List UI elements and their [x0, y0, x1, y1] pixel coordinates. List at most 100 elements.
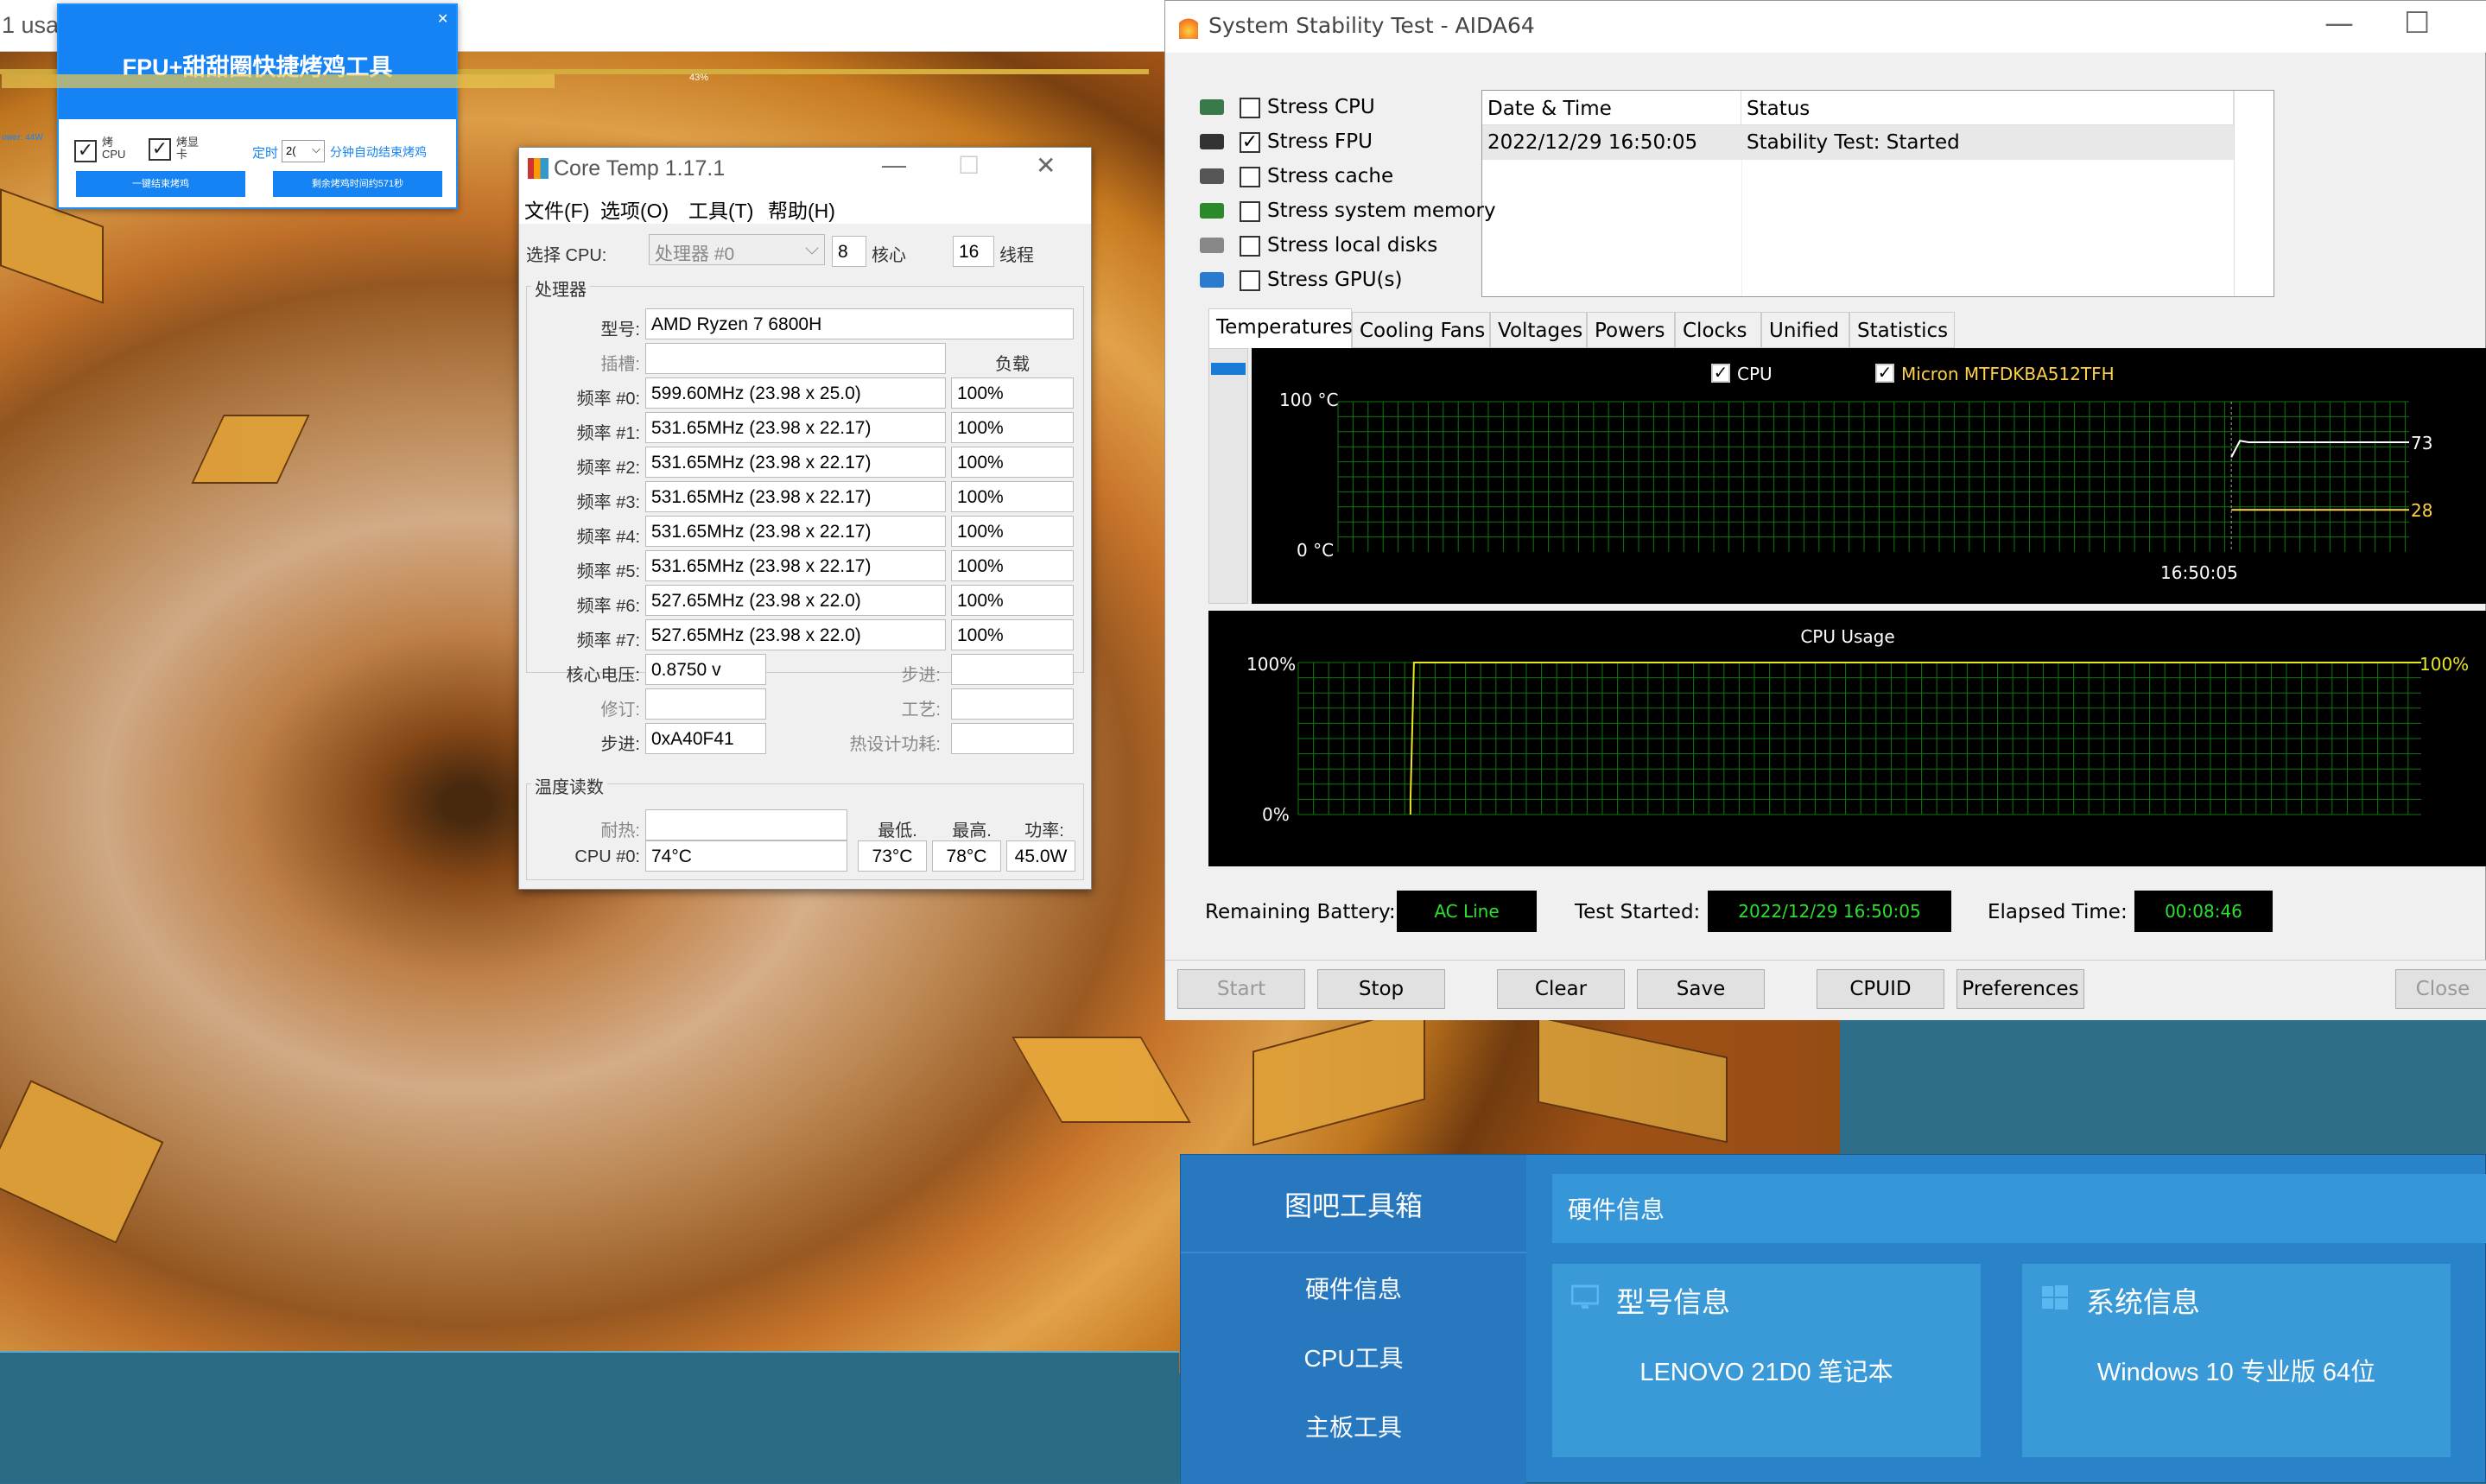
cpu-usage-title: CPU Usage	[1800, 626, 1895, 647]
stress-option-checkbox[interactable]	[1240, 201, 1260, 222]
stress-option[interactable]: ✓ Stress FPU	[1240, 130, 1499, 158]
aida64-titlebar[interactable]: System Stability Test - AIDA64 — ☐	[1165, 1, 2486, 53]
gpu-burn-checkbox[interactable]: ✓	[149, 138, 171, 161]
tjmax-value	[645, 809, 847, 840]
stress-option[interactable]: Stress cache	[1240, 165, 1499, 193]
start-button[interactable]: Start	[1177, 969, 1305, 1009]
nav-motherboard-tools[interactable]: 主板工具	[1181, 1409, 1526, 1443]
coretemp-titlebar[interactable]: Core Temp 1.17.1 — ☐ ✕	[519, 148, 1091, 189]
maximize-icon[interactable]: ☐	[958, 151, 980, 180]
monitor-icon	[1571, 1284, 1599, 1309]
stress-option-checkbox[interactable]: ✓	[1240, 132, 1260, 153]
tab-clocks[interactable]: Clocks	[1675, 312, 1761, 348]
aida64-title: System Stability Test - AIDA64	[1208, 13, 1535, 38]
frequency-value: 531.65MHz (23.98 x 22.17)	[645, 550, 946, 581]
stop-burn-button[interactable]: 一键结束烤鸡	[76, 171, 245, 197]
stress-option-label: Stress local disks	[1267, 234, 1438, 257]
cpu-temp-value: 73	[2411, 433, 2433, 453]
processor-section-title: 处理器	[531, 276, 590, 301]
minimize-icon[interactable]: —	[2324, 6, 2354, 41]
test-started-value: 2022/12/29 16:50:05	[1708, 891, 1951, 932]
clear-button[interactable]: Clear	[1497, 969, 1625, 1009]
toolbox-brand: 图吧工具箱	[1284, 1190, 1423, 1221]
maximize-icon[interactable]: ☐	[2404, 6, 2430, 41]
tab-temperatures[interactable]: Temperatures	[1208, 308, 1353, 348]
disk-legend-checkbox[interactable]: ✓	[1875, 364, 1894, 383]
elapsed-label: Elapsed Time:	[1988, 901, 2128, 923]
log-row-status[interactable]: Stability Test: Started	[1741, 125, 2234, 160]
model-info-title: 型号信息	[1616, 1286, 1730, 1318]
menu-options[interactable]: 选项(O)	[600, 194, 669, 224]
countdown-button[interactable]: 剩余烤鸡时间约571秒	[273, 171, 442, 197]
stress-option-checkbox[interactable]	[1240, 167, 1260, 187]
model-info-card[interactable]: 型号信息 LENOVO 21D0 笔记本	[1552, 1264, 1981, 1457]
cpu0-label: CPU #0:	[574, 847, 640, 866]
tdp-label: 热设计功耗:	[849, 735, 941, 754]
log-header-date[interactable]: Date & Time	[1482, 91, 1741, 125]
menu-help[interactable]: 帮助(H)	[768, 194, 835, 224]
stress-option[interactable]: Stress GPU(s)	[1240, 269, 1499, 296]
model-info-value: LENOVO 21D0 笔记本	[1639, 1359, 1893, 1386]
tab-powers[interactable]: Powers	[1587, 312, 1675, 348]
load-value: 100%	[951, 447, 1074, 478]
minimize-icon[interactable]: —	[882, 151, 906, 179]
system-info-title: 系统信息	[2086, 1286, 2200, 1318]
select-cpu-label: 选择 CPU:	[526, 246, 607, 265]
coretemp-title: Core Temp 1.17.1	[554, 156, 726, 181]
stress-option-checkbox[interactable]	[1240, 236, 1260, 257]
log-row-date[interactable]: 2022/12/29 16:50:05	[1482, 125, 1741, 160]
menu-file[interactable]: 文件(F)	[524, 194, 589, 224]
preferences-button[interactable]: Preferences	[1956, 969, 2084, 1009]
close-icon[interactable]: ✕	[437, 10, 448, 28]
nav-cpu-tools[interactable]: CPU工具	[1181, 1340, 1526, 1374]
frequency-value: 531.65MHz (23.98 x 22.17)	[645, 412, 946, 443]
stress-option[interactable]: Stress local disks	[1240, 234, 1499, 262]
cpu-burn-checkbox[interactable]: ✓	[74, 140, 97, 162]
frequency-label: 频率 #3:	[576, 493, 640, 512]
elapsed-value: 00:08:46	[2134, 891, 2273, 932]
tab-statistics[interactable]: Statistics	[1849, 312, 1955, 348]
power-text: ower: 44W	[2, 133, 43, 143]
toolbox-header: 硬件信息	[1552, 1174, 2486, 1243]
frequency-label: 频率 #4:	[576, 528, 640, 547]
revision-value	[645, 688, 766, 720]
process-label: 工艺:	[901, 701, 941, 720]
socket-label: 插槽:	[600, 355, 640, 374]
stop-button[interactable]: Stop	[1317, 969, 1445, 1009]
log-header-status[interactable]: Status	[1741, 91, 2234, 125]
save-button[interactable]: Save	[1637, 969, 1765, 1009]
cores-count: 8	[832, 236, 866, 267]
cpu-legend-checkbox[interactable]: ✓	[1711, 364, 1730, 383]
cache-icon	[1200, 168, 1224, 184]
tab-voltages[interactable]: Voltages	[1490, 312, 1587, 348]
graph-list-selection[interactable]	[1211, 363, 1246, 375]
stepping-label: 步进:	[600, 735, 640, 754]
system-info-card[interactable]: 系统信息 Windows 10 专业版 64位	[2022, 1264, 2451, 1457]
close-button[interactable]: Close	[2395, 969, 2486, 1009]
menu-tools[interactable]: 工具(T)	[688, 194, 753, 224]
nav-hardware-info[interactable]: 硬件信息	[1181, 1271, 1526, 1305]
stress-option[interactable]: Stress system memory	[1240, 200, 1499, 227]
frequency-value: 531.65MHz (23.98 x 22.17)	[645, 481, 946, 512]
tab-cooling-fans[interactable]: Cooling Fans	[1352, 312, 1490, 348]
frequency-label: 频率 #7:	[576, 631, 640, 650]
timer-select[interactable]: 2(⌵	[282, 140, 325, 162]
stress-option-checkbox[interactable]	[1240, 98, 1260, 118]
vcore-label: 核心电压:	[566, 666, 640, 685]
cpuid-button[interactable]: CPUID	[1817, 969, 1944, 1009]
gpu-monitor-icon	[1200, 272, 1224, 288]
load-value: 100%	[951, 516, 1074, 547]
stress-option[interactable]: Stress CPU	[1240, 96, 1499, 124]
graph-list-scroll[interactable]	[1208, 348, 1248, 604]
disk-legend-label: Micron MTFDKBA512TFH	[1901, 364, 2115, 384]
stress-option-checkbox[interactable]	[1240, 270, 1260, 291]
close-icon[interactable]: ✕	[1036, 151, 1056, 180]
coretemp-app-icon	[528, 158, 549, 179]
tjmax-label: 耐热:	[600, 821, 640, 840]
test-started-label: Test Started:	[1575, 901, 1701, 923]
tab-unified[interactable]: Unified	[1761, 312, 1849, 348]
frequency-value: 599.60MHz (23.98 x 25.0)	[645, 377, 946, 409]
cpu-select[interactable]: 处理器 #0 ⌵	[649, 234, 825, 265]
system-info-value: Windows 10 专业版 64位	[2096, 1359, 2376, 1386]
chevron-down-icon: ⌵	[805, 238, 819, 258]
